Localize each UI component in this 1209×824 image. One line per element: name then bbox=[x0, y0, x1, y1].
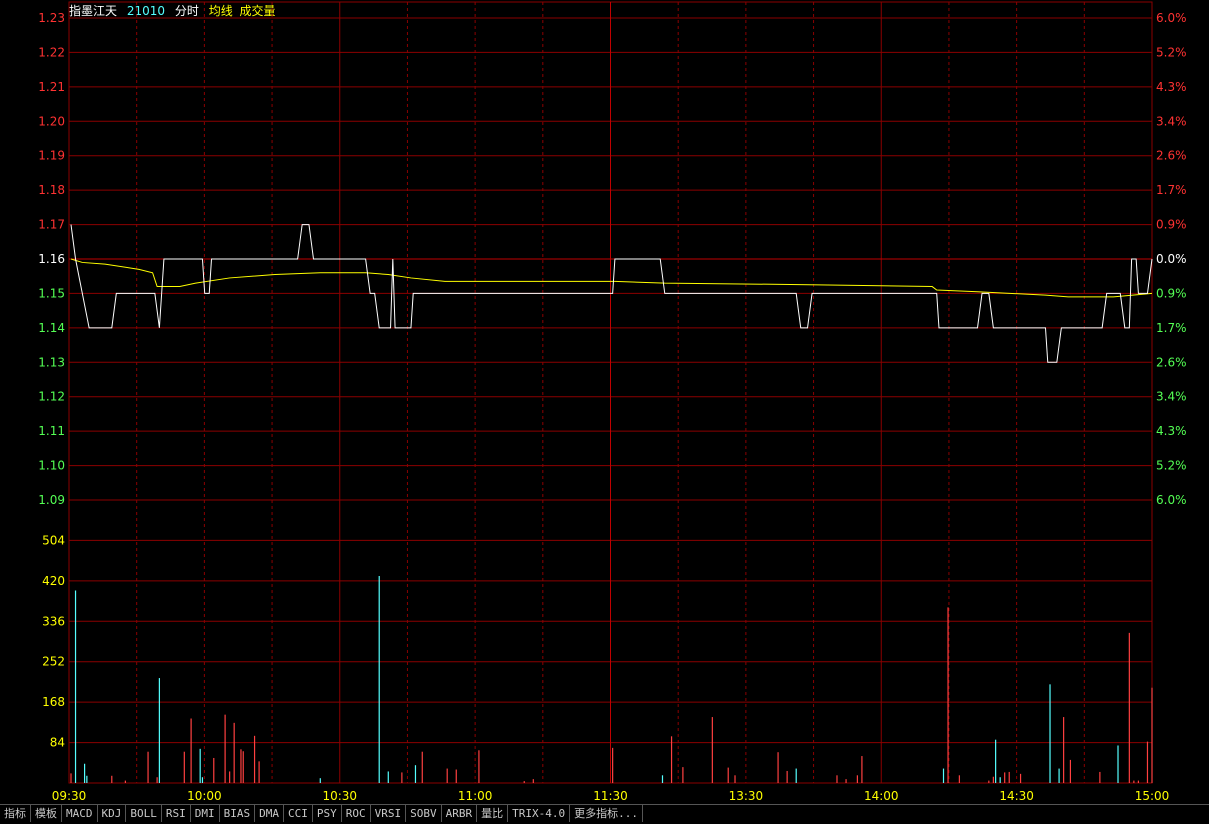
time-tick-label: 15:00 bbox=[1135, 789, 1170, 803]
price-tick-label: 1.09 bbox=[38, 493, 65, 507]
time-tick-label: 13:30 bbox=[729, 789, 764, 803]
price-tick-label: 1.14 bbox=[38, 321, 65, 335]
indicator-tab[interactable]: CCI bbox=[284, 805, 313, 822]
indicator-tab[interactable]: DMA bbox=[255, 805, 284, 822]
volume-tick-label: 168 bbox=[42, 695, 65, 709]
volume-tick-label: 252 bbox=[42, 655, 65, 669]
pct-tick-label: 6.0% bbox=[1156, 11, 1187, 25]
indicator-tab[interactable]: ARBR bbox=[442, 805, 478, 822]
price-tick-label: 1.21 bbox=[38, 80, 65, 94]
price-tick-label: 1.15 bbox=[38, 286, 65, 300]
time-tick-label: 11:00 bbox=[458, 789, 493, 803]
indicator-tab[interactable]: BIAS bbox=[220, 805, 256, 822]
price-tick-label: 1.12 bbox=[38, 390, 65, 404]
pct-tick-label: 3.4% bbox=[1156, 114, 1187, 128]
pct-tick-label: 0.0% bbox=[1156, 252, 1187, 266]
indicator-tab[interactable]: 量比 bbox=[477, 805, 509, 822]
price-tick-label: 1.16 bbox=[38, 252, 65, 266]
indicator-tab[interactable]: 指标 bbox=[0, 805, 31, 822]
indicator-tab[interactable]: VRSI bbox=[371, 805, 407, 822]
price-tick-label: 1.20 bbox=[38, 114, 65, 128]
time-tick-label: 10:30 bbox=[322, 789, 357, 803]
volume-tick-label: 84 bbox=[50, 736, 65, 750]
pct-tick-label: 2.6% bbox=[1156, 149, 1187, 163]
volume-tick-label: 504 bbox=[42, 533, 65, 547]
price-tick-label: 1.18 bbox=[38, 183, 65, 197]
price-tick-label: 1.22 bbox=[38, 45, 65, 59]
pct-tick-label: 0.9% bbox=[1156, 286, 1187, 300]
indicator-tab[interactable]: MACD bbox=[62, 805, 98, 822]
pct-tick-label: 2.6% bbox=[1156, 355, 1187, 369]
pct-tick-label: 4.3% bbox=[1156, 424, 1187, 438]
price-tick-label: 1.13 bbox=[38, 355, 65, 369]
pct-tick-label: 1.7% bbox=[1156, 321, 1187, 335]
pct-tick-label: 6.0% bbox=[1156, 493, 1187, 507]
pct-tick-label: 4.3% bbox=[1156, 80, 1187, 94]
indicator-tab[interactable]: ROC bbox=[342, 805, 371, 822]
indicator-tab[interactable]: SOBV bbox=[406, 805, 442, 822]
price-tick-label: 1.23 bbox=[38, 11, 65, 25]
price-tick-label: 1.11 bbox=[38, 424, 65, 438]
time-tick-label: 10:00 bbox=[187, 789, 222, 803]
indicator-tab[interactable]: DMI bbox=[191, 805, 220, 822]
indicator-tab[interactable]: 更多指标... bbox=[570, 805, 643, 822]
price-tick-label: 1.19 bbox=[38, 149, 65, 163]
time-tick-label: 09:30 bbox=[52, 789, 87, 803]
volume-tick-label: 336 bbox=[42, 614, 65, 628]
indicator-tab[interactable]: KDJ bbox=[98, 805, 127, 822]
intraday-chart[interactable]: 1.23 1.22 1.21 1.20 1.19 1.18 1.17 1.16 1.15 1.14… bbox=[0, 0, 1209, 804]
time-tick-label: 11:30 bbox=[593, 789, 628, 803]
indicator-tab[interactable]: BOLL bbox=[126, 805, 162, 822]
indicator-tab[interactable]: PSY bbox=[313, 805, 342, 822]
time-tick-label: 14:00 bbox=[864, 789, 899, 803]
pct-tick-label: 5.2% bbox=[1156, 459, 1187, 473]
price-tick-label: 1.10 bbox=[38, 459, 65, 473]
price-tick-label: 1.17 bbox=[38, 218, 65, 232]
indicator-tab[interactable]: TRIX-4.0 bbox=[508, 805, 571, 822]
pct-tick-label: 0.9% bbox=[1156, 218, 1187, 232]
indicator-tab[interactable]: 模板 bbox=[31, 805, 62, 822]
pct-tick-label: 5.2% bbox=[1156, 45, 1187, 59]
pct-tick-label: 3.4% bbox=[1156, 390, 1187, 404]
time-tick-label: 14:30 bbox=[999, 789, 1034, 803]
indicator-toolbar: 指标 模板 MACD KDJ BOLL RSI DMI BIAS DMA CCI PSY ROC VRS… bbox=[0, 804, 1209, 824]
volume-tick-label: 420 bbox=[42, 574, 65, 588]
avg-price-line bbox=[70, 258, 1153, 298]
pct-tick-label: 1.7% bbox=[1156, 183, 1187, 197]
indicator-tab[interactable]: RSI bbox=[162, 805, 191, 822]
